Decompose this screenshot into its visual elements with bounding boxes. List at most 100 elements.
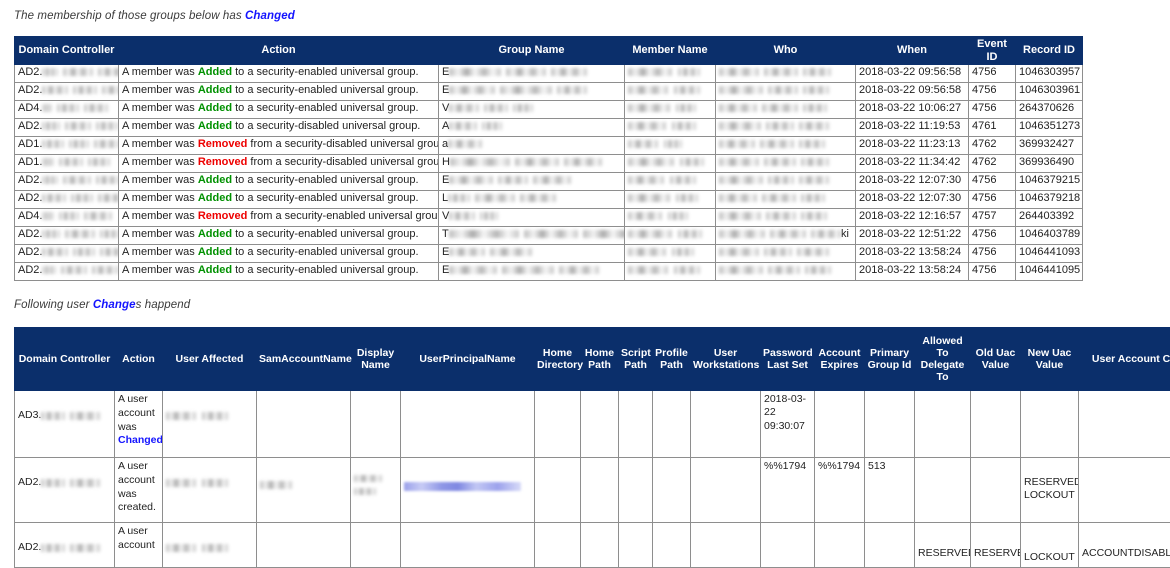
col2-new-uac-value[interactable]: New Uac Value xyxy=(1021,328,1079,391)
cell-group-name: L xyxy=(439,191,625,209)
table-row[interactable]: AD1.A member was Removed from a security… xyxy=(15,155,1083,173)
table-row[interactable]: AD2.A member was Added to a security-dis… xyxy=(15,119,1083,137)
redacted-text xyxy=(41,479,65,487)
col2-display-name[interactable]: Display Name xyxy=(351,328,401,391)
col-group-name[interactable]: Group Name xyxy=(439,37,625,65)
group-name-prefix: H xyxy=(442,156,450,168)
col2-home-path[interactable]: Home Path xyxy=(581,328,619,391)
redacted-text xyxy=(628,194,670,202)
table-row[interactable]: AD2.A user accountRESERVED,RESERVED,LOCK… xyxy=(15,523,1170,568)
cell-samaccountname xyxy=(257,391,351,458)
cell-domain-controller: AD2. xyxy=(15,83,119,101)
redacted-text xyxy=(583,230,625,238)
col2-action[interactable]: Action xyxy=(115,328,163,391)
col2-allowed-to-delegate-to[interactable]: Allowed To Delegate To xyxy=(915,328,971,391)
cell-group-name: V xyxy=(439,101,625,119)
col2-user-affected[interactable]: User Affected xyxy=(163,328,257,391)
redacted-text xyxy=(42,140,64,148)
redacted-text xyxy=(801,158,829,166)
redacted-text xyxy=(719,194,757,202)
who-suffix: ki xyxy=(841,228,849,240)
col2-domain-controller[interactable]: Domain Controller xyxy=(15,328,115,391)
redacted-text xyxy=(533,176,571,184)
redacted-text xyxy=(166,544,196,552)
redacted-text xyxy=(98,194,118,202)
table-row[interactable]: AD2.A member was Added to a security-ena… xyxy=(15,227,1083,245)
table-row[interactable]: AD1.A member was Removed from a security… xyxy=(15,137,1083,155)
cell-group-name: H xyxy=(439,155,625,173)
cell-record-id: 1046351273 xyxy=(1016,119,1083,137)
redacted-text xyxy=(811,230,841,238)
cell-event-id: 4756 xyxy=(969,191,1016,209)
action-text-post: to a security-enabled universal group. xyxy=(232,228,419,240)
domain-controller-prefix: AD1. xyxy=(18,156,42,168)
cell-member-name xyxy=(625,209,716,227)
domain-controller-prefix: AD1. xyxy=(18,138,42,150)
cell-home-path xyxy=(581,523,619,568)
col-domain-controller[interactable]: Domain Controller xyxy=(15,37,119,65)
col-event-id[interactable]: Event ID xyxy=(969,37,1016,65)
table-row[interactable]: AD4.A member was Added to a security-ena… xyxy=(15,101,1083,119)
cell-domain-controller: AD2. xyxy=(15,458,115,523)
cell-member-name xyxy=(625,227,716,245)
table-row[interactable]: AD3.A user account was Changed.2018-03-2… xyxy=(15,391,1170,458)
redacted-text xyxy=(448,140,482,148)
table-row[interactable]: AD2.A member was Added to a security-ena… xyxy=(15,263,1083,281)
action-verb: Added xyxy=(198,120,232,132)
col2-user-workstations[interactable]: User Workstations xyxy=(691,328,761,391)
redacted-text xyxy=(482,122,502,130)
cell-home-path xyxy=(581,391,619,458)
table-row[interactable]: AD2.A member was Added to a security-ena… xyxy=(15,65,1083,83)
action-verb: Removed xyxy=(198,156,248,168)
cell-record-id: 369932427 xyxy=(1016,137,1083,155)
domain-controller-prefix: AD2. xyxy=(18,84,42,96)
redacted-text xyxy=(628,212,662,220)
cell-action: A member was Added to a security-enabled… xyxy=(119,245,439,263)
cell-userprincipalname xyxy=(401,458,535,523)
col2-account-expires[interactable]: Account Expires xyxy=(815,328,865,391)
col2-userprincipalname[interactable]: UserPrincipalName xyxy=(401,328,535,391)
section2-caption-post: s happend xyxy=(136,299,191,311)
col-record-id[interactable]: Record ID xyxy=(1016,37,1083,65)
section2-caption-highlight: Change xyxy=(93,299,136,311)
col2-home-directory[interactable]: Home Directory xyxy=(535,328,581,391)
table-row[interactable]: AD4.A member was Removed from a security… xyxy=(15,209,1083,227)
redacted-text xyxy=(42,248,68,256)
cell-group-name: T xyxy=(439,227,625,245)
table-row[interactable]: AD2.A member was Added to a security-ena… xyxy=(15,245,1083,263)
cell-allowed-to-delegate-to: RESERVED, xyxy=(915,523,971,568)
col2-profile-path[interactable]: Profile Path xyxy=(653,328,691,391)
col2-samaccountname[interactable]: SamAccountName xyxy=(257,328,351,391)
col-when[interactable]: When xyxy=(856,37,969,65)
col2-primary-group-id[interactable]: Primary Group Id xyxy=(865,328,915,391)
redacted-text xyxy=(70,544,100,552)
col-who[interactable]: Who xyxy=(716,37,856,65)
action-text-post: to a security-enabled universal group. xyxy=(232,102,419,114)
table-row[interactable]: AD2.A member was Added to a security-ena… xyxy=(15,191,1083,209)
group-name-prefix: V xyxy=(442,210,449,222)
cell-action: A member was Added to a security-enabled… xyxy=(119,173,439,191)
action-text-post: to a security-enabled universal group. xyxy=(232,246,419,258)
group-name-prefix: V xyxy=(442,102,449,114)
redacted-text xyxy=(449,122,477,130)
col2-old-uac-value[interactable]: Old Uac Value xyxy=(971,328,1021,391)
col2-script-path[interactable]: Script Path xyxy=(619,328,653,391)
table-row[interactable]: AD2.A user account was created.%%1794%%1… xyxy=(15,458,1170,523)
col2-user-account-control[interactable]: User Account Con xyxy=(1079,328,1170,391)
redacted-text xyxy=(59,158,83,166)
redacted-text xyxy=(764,248,792,256)
col-member-name[interactable]: Member Name xyxy=(625,37,716,65)
redacted-text xyxy=(449,68,501,76)
action-verb: Added xyxy=(198,66,232,78)
redacted-text xyxy=(100,230,118,238)
table-row[interactable]: AD2.A member was Added to a security-ena… xyxy=(15,173,1083,191)
redacted-text xyxy=(803,86,829,94)
redacted-text xyxy=(805,266,831,274)
col2-password-last-set[interactable]: Password Last Set xyxy=(761,328,815,391)
col-action[interactable]: Action xyxy=(119,37,439,65)
redacted-text xyxy=(42,158,54,166)
table-row[interactable]: AD2.A member was Added to a security-ena… xyxy=(15,83,1083,101)
cell-user-affected xyxy=(163,523,257,568)
cell-when: 2018-03-22 10:06:27 xyxy=(856,101,969,119)
redacted-text xyxy=(73,248,95,256)
